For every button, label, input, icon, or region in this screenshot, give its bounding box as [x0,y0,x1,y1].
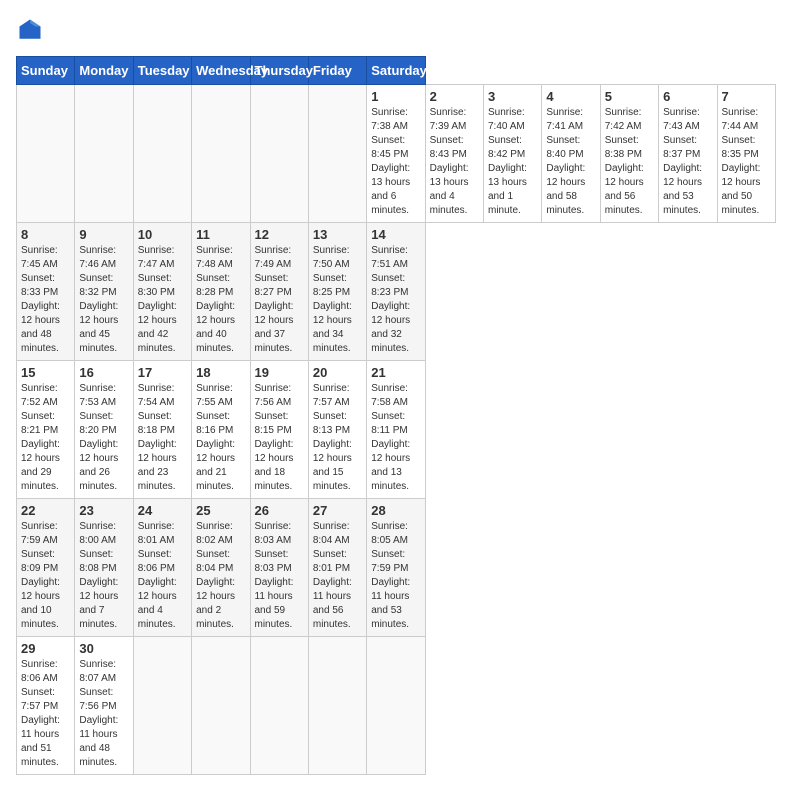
empty-cell [308,637,366,775]
calendar-day: 11 Sunrise: 7:48 AMSunset: 8:28 PMDaylig… [192,223,250,361]
calendar-day: 18 Sunrise: 7:55 AMSunset: 8:16 PMDaylig… [192,361,250,499]
empty-cell [192,637,250,775]
calendar-day: 1 Sunrise: 7:38 AMSunset: 8:45 PMDayligh… [367,85,425,223]
calendar-day: 8 Sunrise: 7:45 AMSunset: 8:33 PMDayligh… [17,223,75,361]
calendar-day: 4 Sunrise: 7:41 AMSunset: 8:40 PMDayligh… [542,85,600,223]
calendar-day: 20 Sunrise: 7:57 AMSunset: 8:13 PMDaylig… [308,361,366,499]
calendar-day: 10 Sunrise: 7:47 AMSunset: 8:30 PMDaylig… [133,223,191,361]
weekday-header-friday: Friday [308,57,366,85]
weekday-header-saturday: Saturday [367,57,425,85]
calendar-day: 24 Sunrise: 8:01 AMSunset: 8:06 PMDaylig… [133,499,191,637]
calendar-day: 9 Sunrise: 7:46 AMSunset: 8:32 PMDayligh… [75,223,133,361]
calendar-day: 12 Sunrise: 7:49 AMSunset: 8:27 PMDaylig… [250,223,308,361]
calendar-day: 28 Sunrise: 8:05 AMSunset: 7:59 PMDaylig… [367,499,425,637]
calendar-table: SundayMondayTuesdayWednesdayThursdayFrid… [16,56,776,775]
calendar-day: 15 Sunrise: 7:52 AMSunset: 8:21 PMDaylig… [17,361,75,499]
calendar-day: 29 Sunrise: 8:06 AMSunset: 7:57 PMDaylig… [17,637,75,775]
logo [16,16,48,44]
calendar-day: 17 Sunrise: 7:54 AMSunset: 8:18 PMDaylig… [133,361,191,499]
empty-cell [250,85,308,223]
calendar-day: 21 Sunrise: 7:58 AMSunset: 8:11 PMDaylig… [367,361,425,499]
calendar-day: 2 Sunrise: 7:39 AMSunset: 8:43 PMDayligh… [425,85,483,223]
calendar-day: 14 Sunrise: 7:51 AMSunset: 8:23 PMDaylig… [367,223,425,361]
calendar-day: 22 Sunrise: 7:59 AMSunset: 8:09 PMDaylig… [17,499,75,637]
calendar-day: 7 Sunrise: 7:44 AMSunset: 8:35 PMDayligh… [717,85,776,223]
empty-cell [192,85,250,223]
calendar-day: 23 Sunrise: 8:00 AMSunset: 8:08 PMDaylig… [75,499,133,637]
empty-cell [133,85,191,223]
weekday-header-wednesday: Wednesday [192,57,250,85]
page-header [16,16,776,44]
empty-cell [367,637,425,775]
weekday-header-monday: Monday [75,57,133,85]
calendar-day: 3 Sunrise: 7:40 AMSunset: 8:42 PMDayligh… [484,85,542,223]
weekday-header-thursday: Thursday [250,57,308,85]
empty-cell [75,85,133,223]
calendar-day: 26 Sunrise: 8:03 AMSunset: 8:03 PMDaylig… [250,499,308,637]
calendar-day: 6 Sunrise: 7:43 AMSunset: 8:37 PMDayligh… [659,85,717,223]
calendar-day: 13 Sunrise: 7:50 AMSunset: 8:25 PMDaylig… [308,223,366,361]
weekday-header-tuesday: Tuesday [133,57,191,85]
empty-cell [133,637,191,775]
calendar-day: 16 Sunrise: 7:53 AMSunset: 8:20 PMDaylig… [75,361,133,499]
calendar-day: 30 Sunrise: 8:07 AMSunset: 7:56 PMDaylig… [75,637,133,775]
calendar-day: 27 Sunrise: 8:04 AMSunset: 8:01 PMDaylig… [308,499,366,637]
calendar-day: 5 Sunrise: 7:42 AMSunset: 8:38 PMDayligh… [600,85,658,223]
calendar-day: 19 Sunrise: 7:56 AMSunset: 8:15 PMDaylig… [250,361,308,499]
weekday-header-sunday: Sunday [17,57,75,85]
calendar-day: 25 Sunrise: 8:02 AMSunset: 8:04 PMDaylig… [192,499,250,637]
empty-cell [17,85,75,223]
logo-icon [16,16,44,44]
empty-cell [308,85,366,223]
empty-cell [250,637,308,775]
